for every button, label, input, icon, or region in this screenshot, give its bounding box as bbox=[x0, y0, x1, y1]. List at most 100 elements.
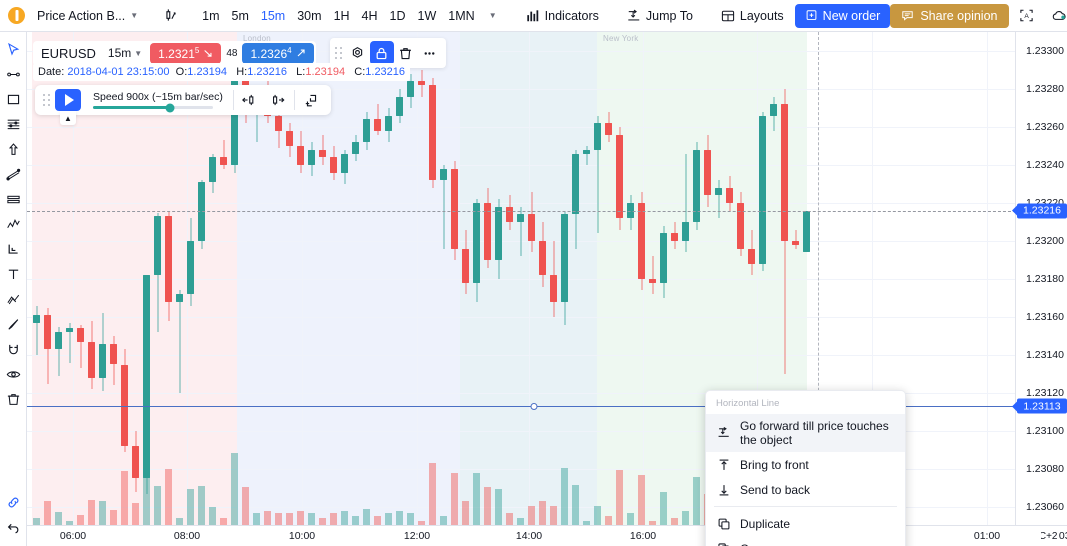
timeframe-1d[interactable]: 1D bbox=[384, 6, 412, 26]
new-order-button[interactable]: New order bbox=[794, 3, 891, 28]
replay-speed-slider-fill bbox=[93, 106, 170, 109]
volume-bar bbox=[231, 453, 238, 526]
elliott-wave-tool[interactable] bbox=[1, 212, 26, 237]
timeframe-1h[interactable]: 1H bbox=[328, 6, 356, 26]
hide-drawings-tool[interactable] bbox=[1, 362, 26, 387]
replay-speed-slider[interactable] bbox=[93, 103, 213, 112]
rectangle-tool[interactable] bbox=[1, 87, 26, 112]
arrow-marker-tool[interactable] bbox=[1, 137, 26, 162]
context-menu-item-go-forward[interactable]: Go forward till price touches the object bbox=[706, 414, 905, 452]
patterns-tool[interactable] bbox=[1, 287, 26, 312]
undo-tool[interactable] bbox=[1, 515, 26, 540]
replay-drag-handle[interactable] bbox=[41, 91, 51, 109]
timeframe-15m[interactable]: 15m bbox=[255, 6, 291, 26]
trash-icon[interactable] bbox=[394, 41, 418, 65]
bid-price-button[interactable]: 1.23215 bbox=[150, 42, 222, 64]
trend-line-tool[interactable] bbox=[1, 62, 26, 87]
candle-body bbox=[572, 153, 579, 215]
volume-bar bbox=[693, 477, 700, 526]
candle-body bbox=[792, 241, 799, 245]
candle-body bbox=[330, 157, 337, 173]
volume-bar bbox=[429, 463, 436, 526]
candle-body bbox=[319, 149, 326, 158]
timeframe-more-chevron-down-icon[interactable]: ▼ bbox=[481, 4, 505, 28]
candlestick bbox=[660, 32, 667, 526]
new-order-icon bbox=[805, 9, 818, 22]
layouts-button[interactable]: Layouts bbox=[714, 5, 791, 27]
brush-tool[interactable] bbox=[1, 312, 26, 337]
candle-body bbox=[297, 146, 304, 165]
cloud-save-icon[interactable] bbox=[1047, 4, 1067, 28]
context-menu-item-bring-to-front[interactable]: Bring to front bbox=[706, 452, 905, 477]
lock-closed-icon[interactable] bbox=[369, 41, 394, 65]
ellipsis-icon[interactable] bbox=[418, 41, 442, 65]
pitchfork-tool[interactable] bbox=[1, 162, 26, 187]
chart-canvas[interactable]: London New York EURUSD 15m ▼ 1.23215 48 … bbox=[27, 32, 1041, 546]
candle-body bbox=[363, 119, 370, 143]
jump-to-button[interactable]: Jump To bbox=[620, 5, 700, 27]
candle-body bbox=[759, 115, 766, 264]
chart-type-candles-icon[interactable] bbox=[158, 4, 182, 28]
symbol-timeframe-button[interactable]: 15m ▼ bbox=[102, 44, 146, 62]
indicators-button[interactable]: Indicators bbox=[519, 5, 606, 27]
symbol-name-button[interactable]: EURUSD bbox=[35, 44, 102, 63]
magnet-tool[interactable] bbox=[1, 337, 26, 362]
candle-body bbox=[132, 446, 139, 479]
replay-step-forward-button[interactable] bbox=[264, 89, 290, 111]
timeframe-1w[interactable]: 1W bbox=[412, 6, 443, 26]
candlestick bbox=[462, 32, 469, 526]
bar-chart-icon bbox=[526, 9, 540, 23]
volume-bar bbox=[44, 501, 51, 526]
timeframe-30m[interactable]: 30m bbox=[291, 6, 327, 26]
chart-layout-name-button[interactable]: Price Action B... ▼ bbox=[31, 6, 144, 26]
timeframe-1m[interactable]: 1m bbox=[196, 6, 225, 26]
context-menu-item-copy[interactable]: Copy bbox=[706, 536, 905, 546]
candlestick bbox=[495, 32, 502, 526]
fullscreen-snapshot-icon[interactable]: A bbox=[1015, 4, 1039, 28]
candle-body bbox=[803, 210, 810, 253]
replay-collapse-button[interactable]: ▲ bbox=[60, 111, 76, 125]
measure-range-tool[interactable] bbox=[1, 187, 26, 212]
candle-body bbox=[440, 168, 447, 181]
projection-tool[interactable] bbox=[1, 237, 26, 262]
cursor-tool[interactable] bbox=[1, 37, 26, 62]
replay-jump-to-bar-button[interactable] bbox=[299, 89, 325, 111]
replay-speed-group: Speed 900x (~15m bar/sec) bbox=[87, 91, 229, 112]
price-axis-tick: 1.23300 bbox=[1026, 45, 1064, 57]
timeframe-4h[interactable]: 4H bbox=[356, 6, 384, 26]
remove-drawings-tool[interactable] bbox=[1, 387, 26, 412]
candle-body bbox=[715, 187, 722, 196]
context-menu-item-duplicate[interactable]: Duplicate bbox=[706, 511, 905, 536]
context-menu-divider bbox=[714, 506, 897, 507]
send-to-back-icon bbox=[716, 482, 731, 497]
time-axis-tick: 10:00 bbox=[288, 530, 316, 542]
candlestick bbox=[484, 32, 491, 526]
candlestick bbox=[506, 32, 513, 526]
candle-body bbox=[209, 157, 216, 183]
share-opinion-button[interactable]: Share opinion bbox=[890, 3, 1009, 28]
replay-camera-icon[interactable] bbox=[346, 41, 370, 65]
candle-body bbox=[616, 134, 623, 219]
timeframe-1mn[interactable]: 1MN bbox=[442, 6, 480, 26]
toolbar-drag-handle[interactable] bbox=[334, 44, 344, 62]
link-objects-tool[interactable] bbox=[1, 490, 26, 515]
chevron-down-icon: ▼ bbox=[130, 11, 139, 20]
context-menu-item-send-to-back[interactable]: Send to back bbox=[706, 477, 905, 502]
candle-body bbox=[594, 123, 601, 150]
price-axis[interactable]: UTC+2 1.233001.232801.232601.232401.2322… bbox=[1015, 32, 1067, 546]
fib-retracement-tool[interactable] bbox=[1, 112, 26, 137]
timeframe-5m[interactable]: 5m bbox=[226, 6, 255, 26]
layouts-label: Layouts bbox=[739, 8, 784, 23]
ohlc-date-value: 2018-04-01 23:15:00 bbox=[67, 66, 170, 78]
horizontal-line-handle[interactable] bbox=[530, 403, 538, 411]
volume-bar bbox=[638, 475, 645, 526]
ask-price-button[interactable]: 1.23264 bbox=[242, 42, 314, 64]
text-tool[interactable] bbox=[1, 262, 26, 287]
tradingview-gear-logo-icon[interactable] bbox=[8, 4, 25, 28]
replay-play-button[interactable] bbox=[55, 89, 81, 111]
candlestick bbox=[605, 32, 612, 526]
replay-step-back-button[interactable] bbox=[238, 89, 264, 111]
replay-speed-slider-knob[interactable] bbox=[165, 103, 175, 112]
price-axis-tick: 1.23240 bbox=[1026, 159, 1064, 171]
candlestick bbox=[352, 32, 359, 526]
